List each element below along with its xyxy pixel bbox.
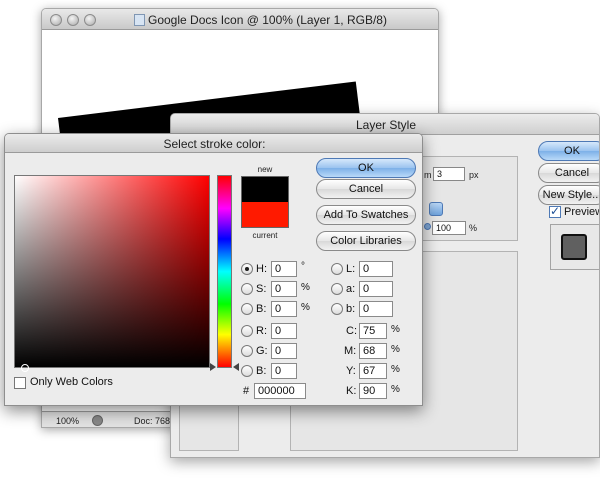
layer-style-ok-button[interactable]: OK <box>538 141 599 161</box>
brightness-unit: % <box>301 302 310 313</box>
cyan-label: C: <box>346 325 357 337</box>
black-unit: % <box>391 384 400 395</box>
new-color-label: new <box>257 165 273 174</box>
add-to-swatches-button[interactable]: Add To Swatches <box>316 205 416 225</box>
color-picker-ok-button[interactable]: OK <box>316 158 416 178</box>
style-preview-box <box>550 224 599 270</box>
lab-b-label: b: <box>346 303 356 315</box>
brightness-radio[interactable] <box>241 303 253 315</box>
zoom-level[interactable]: 100% <box>56 416 79 426</box>
size-input[interactable]: 3 <box>433 167 465 181</box>
checkmark-icon: ✓ <box>550 204 561 218</box>
blue-radio[interactable] <box>241 365 253 377</box>
hue-slider[interactable] <box>217 175 232 368</box>
color-picker-dialog: Select stroke color: new current OK Canc… <box>4 133 423 406</box>
layer-style-cancel-button[interactable]: Cancel <box>538 163 599 183</box>
color-picker-cancel-button[interactable]: Cancel <box>316 179 416 199</box>
red-input[interactable]: 0 <box>271 323 297 339</box>
hue-radio[interactable] <box>241 263 253 275</box>
only-web-colors-checkbox[interactable] <box>14 377 26 389</box>
current-color-swatch[interactable] <box>241 202 289 228</box>
cyan-unit: % <box>391 324 400 335</box>
hex-label: # <box>243 385 250 397</box>
magenta-unit: % <box>391 344 400 355</box>
preview-checkbox[interactable]: ✓ <box>549 204 561 218</box>
lab-b-radio[interactable] <box>331 303 343 315</box>
document-file-icon <box>134 14 145 26</box>
size-label: m <box>424 170 432 180</box>
saturation-unit: % <box>301 282 310 293</box>
red-radio[interactable] <box>241 325 253 337</box>
document-titlebar[interactable]: Google Docs Icon @ 100% (Layer 1, RGB/8) <box>42 9 438 30</box>
lab-a-input[interactable]: 0 <box>359 281 393 297</box>
position-select-arrows-icon[interactable] <box>429 202 443 216</box>
color-picker-titlebar[interactable]: Select stroke color: <box>5 134 422 153</box>
new-color-swatch <box>241 176 289 202</box>
preview-label: Preview <box>564 206 600 218</box>
lab-b-input[interactable]: 0 <box>359 301 393 317</box>
saturation-label: S: <box>256 283 267 295</box>
lightness-radio[interactable] <box>331 263 343 275</box>
zoom-window-button[interactable] <box>84 14 96 26</box>
magenta-input[interactable]: 68 <box>359 343 387 359</box>
close-window-button[interactable] <box>50 14 62 26</box>
document-title: Google Docs Icon @ 100% (Layer 1, RGB/8) <box>148 13 387 27</box>
saturation-input[interactable]: 0 <box>271 281 297 297</box>
hue-input[interactable]: 0 <box>271 261 297 277</box>
green-radio[interactable] <box>241 345 253 357</box>
opacity-input[interactable]: 100 <box>432 221 466 235</box>
layer-style-titlebar[interactable]: Layer Style <box>171 114 599 135</box>
color-field-cursor[interactable] <box>21 364 29 372</box>
style-preview-swatch <box>561 234 587 260</box>
yellow-unit: % <box>391 364 400 375</box>
black-label: K: <box>346 385 357 397</box>
saturation-radio[interactable] <box>241 283 253 295</box>
current-color-label: current <box>252 231 278 240</box>
brightness-input[interactable]: 0 <box>271 301 297 317</box>
opacity-unit: % <box>469 223 478 233</box>
hue-slider-left-arrow-icon[interactable] <box>210 363 216 371</box>
minimize-window-button[interactable] <box>67 14 79 26</box>
black-input[interactable]: 90 <box>359 383 387 399</box>
magenta-label: M: <box>344 345 357 357</box>
blue-input[interactable]: 0 <box>271 363 297 379</box>
size-unit: px <box>469 170 479 180</box>
hue-slider-right-arrow-icon[interactable] <box>233 363 239 371</box>
status-info-icon[interactable] <box>92 415 103 426</box>
green-input[interactable]: 0 <box>271 343 297 359</box>
yellow-input[interactable]: 67 <box>359 363 387 379</box>
lab-a-radio[interactable] <box>331 283 343 295</box>
green-label: G: <box>256 345 268 357</box>
cyan-input[interactable]: 75 <box>359 323 387 339</box>
red-label: R: <box>256 325 267 337</box>
color-libraries-button[interactable]: Color Libraries <box>316 231 416 251</box>
color-field[interactable] <box>14 175 210 372</box>
lab-a-label: a: <box>346 283 356 295</box>
opacity-slider-thumb[interactable] <box>424 223 431 230</box>
only-web-colors-label: Only Web Colors <box>30 376 113 388</box>
hue-unit: ° <box>301 261 305 272</box>
color-picker-title: Select stroke color: <box>163 137 266 151</box>
yellow-label: Y: <box>346 365 356 377</box>
blue-label: B: <box>256 365 267 377</box>
lightness-label: L: <box>346 263 356 275</box>
hex-input[interactable]: 000000 <box>254 383 306 399</box>
lightness-input[interactable]: 0 <box>359 261 393 277</box>
layer-style-title: Layer Style <box>355 118 417 132</box>
new-style-button[interactable]: New Style... <box>538 185 599 205</box>
brightness-label: B: <box>256 303 267 315</box>
hue-label: H: <box>256 263 267 275</box>
